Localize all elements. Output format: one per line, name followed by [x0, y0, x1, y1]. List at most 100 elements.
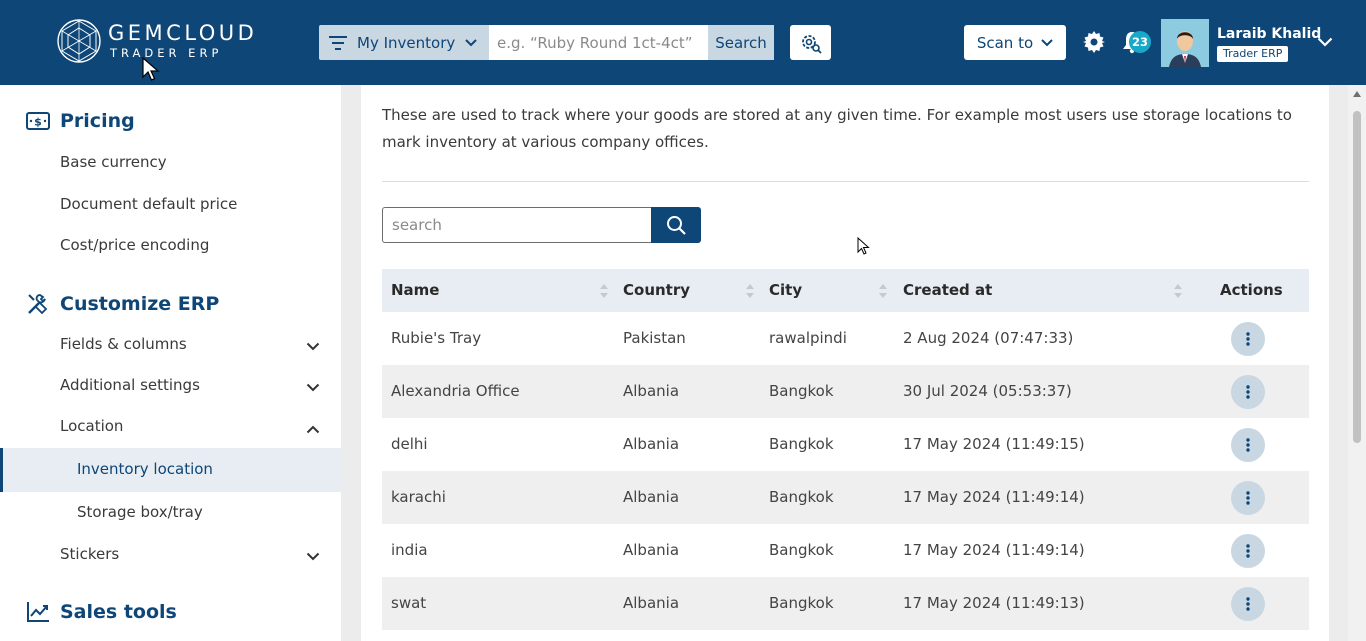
- sort-icon[interactable]: [1174, 284, 1182, 298]
- chevron-down-icon[interactable]: [306, 552, 320, 561]
- scroll-up-arrow[interactable]: [1353, 91, 1361, 97]
- settings-sidebar: $ Pricing Base currency Document default…: [0, 85, 341, 641]
- sidebar-item-base-currency[interactable]: Base currency: [60, 153, 167, 171]
- table-row[interactable]: india Albania Bangkok 17 May 2024 (11:49…: [382, 524, 1309, 577]
- chevron-down-icon[interactable]: [306, 383, 320, 392]
- section-customize-erp[interactable]: Customize ERP: [26, 292, 219, 316]
- gear-search-icon: [801, 34, 822, 54]
- table-row[interactable]: swat Albania Bangkok 17 May 2024 (11:49:…: [382, 577, 1309, 630]
- cell-country: Albania: [623, 541, 680, 559]
- cell-country: Pakistan: [623, 329, 686, 347]
- locations-table: Name Country City Created at Actions Rub…: [382, 269, 1309, 630]
- column-header-city[interactable]: City: [769, 281, 802, 299]
- sidebar-item-stickers[interactable]: Stickers: [60, 545, 119, 563]
- row-actions-button[interactable]: [1231, 534, 1265, 568]
- section-sales-tools-label: Sales tools: [60, 601, 177, 623]
- column-header-name[interactable]: Name: [391, 281, 439, 299]
- more-vertical-icon: [1246, 597, 1250, 611]
- sort-icon[interactable]: [600, 284, 608, 298]
- section-customize-erp-label: Customize ERP: [60, 293, 220, 315]
- more-vertical-icon: [1246, 544, 1250, 558]
- row-actions-button[interactable]: [1231, 322, 1265, 356]
- more-vertical-icon: [1246, 385, 1250, 399]
- user-role-badge: Trader ERP: [1217, 46, 1289, 62]
- sidebar-item-inventory-location[interactable]: Inventory location: [77, 460, 213, 478]
- chart-trend-icon: [27, 602, 49, 622]
- search-settings-button[interactable]: [790, 25, 831, 60]
- cell-country: Albania: [623, 594, 680, 612]
- more-vertical-icon: [1246, 438, 1250, 452]
- section-pricing[interactable]: $ Pricing: [26, 110, 135, 132]
- page-scrollbar[interactable]: [1348, 85, 1366, 641]
- cell-city: Bangkok: [769, 382, 834, 400]
- cell-city: Bangkok: [769, 435, 834, 453]
- divider: [382, 181, 1309, 182]
- sidebar-item-cost-price-encoding[interactable]: Cost/price encoding: [60, 236, 209, 254]
- row-actions-button[interactable]: [1231, 428, 1265, 462]
- cell-city: Bangkok: [769, 488, 834, 506]
- avatar[interactable]: [1161, 19, 1209, 67]
- cell-city: rawalpindi: [769, 329, 847, 347]
- sort-icon[interactable]: [879, 284, 887, 298]
- table-row[interactable]: Rubie's Tray Pakistan rawalpindi 2 Aug 2…: [382, 312, 1309, 365]
- cell-created-at: 17 May 2024 (11:49:14): [903, 541, 1085, 559]
- row-actions-button[interactable]: [1231, 481, 1265, 515]
- table-row[interactable]: karachi Albania Bangkok 17 May 2024 (11:…: [382, 471, 1309, 524]
- main-content: These are used to track where your goods…: [361, 85, 1329, 641]
- chevron-down-icon[interactable]: [1317, 37, 1333, 47]
- page-description: These are used to track where your goods…: [382, 106, 1292, 151]
- sidebar-item-storage-box-tray[interactable]: Storage box/tray: [77, 503, 203, 521]
- cell-name: Alexandria Office: [391, 382, 520, 400]
- cell-name: karachi: [391, 488, 446, 506]
- column-header-country[interactable]: Country: [623, 281, 690, 299]
- mouse-cursor-icon: [857, 237, 870, 255]
- sort-icon[interactable]: [746, 284, 754, 298]
- scan-to-dropdown[interactable]: Scan to: [964, 25, 1066, 60]
- gemcloud-logo[interactable]: GEMCLOUD TRADER ERP: [56, 15, 271, 81]
- location-search-button[interactable]: [651, 207, 701, 243]
- section-sales-tools[interactable]: Sales tools: [26, 601, 177, 623]
- cell-created-at: 2 Aug 2024 (07:47:33): [903, 329, 1074, 347]
- chevron-up-icon[interactable]: [306, 425, 320, 434]
- tools-icon: [28, 294, 48, 315]
- money-icon: $: [26, 112, 50, 130]
- gem-icon: [57, 19, 101, 63]
- brand-name: GEMCLOUD: [108, 21, 258, 45]
- mouse-cursor-icon: [142, 57, 160, 81]
- table-row[interactable]: Alexandria Office Albania Bangkok 30 Jul…: [382, 365, 1309, 418]
- cell-created-at: 17 May 2024 (11:49:14): [903, 488, 1085, 506]
- filter-label: My Inventory: [357, 33, 456, 52]
- more-vertical-icon: [1246, 332, 1250, 346]
- cell-name: swat: [391, 594, 427, 612]
- cell-country: Albania: [623, 435, 680, 453]
- location-search-input[interactable]: [382, 207, 652, 243]
- table-row[interactable]: delhi Albania Bangkok 17 May 2024 (11:49…: [382, 418, 1309, 471]
- column-header-created-at[interactable]: Created at: [903, 281, 992, 299]
- user-name: Laraib Khalid: [1217, 26, 1322, 42]
- sidebar-item-document-default-price[interactable]: Document default price: [60, 195, 237, 213]
- cell-created-at: 17 May 2024 (11:49:13): [903, 594, 1085, 612]
- user-avatar-icon: [1161, 19, 1209, 67]
- top-header: GEMCLOUD TRADER ERP My Inventory Search: [0, 0, 1366, 85]
- inventory-filter-dropdown[interactable]: My Inventory: [319, 25, 489, 60]
- sidebar-item-additional-settings[interactable]: Additional settings: [60, 376, 200, 394]
- global-search-button[interactable]: Search: [708, 25, 774, 60]
- cell-name: Rubie's Tray: [391, 329, 482, 347]
- cell-country: Albania: [623, 488, 680, 506]
- cell-city: Bangkok: [769, 541, 834, 559]
- row-actions-button[interactable]: [1231, 375, 1265, 409]
- cell-name: india: [391, 541, 428, 559]
- sidebar-item-fields-columns[interactable]: Fields & columns: [60, 335, 187, 353]
- row-actions-button[interactable]: [1231, 587, 1265, 621]
- gear-icon[interactable]: [1083, 31, 1105, 53]
- svg-text:$: $: [34, 116, 42, 129]
- section-pricing-label: Pricing: [60, 110, 135, 132]
- scrollbar-thumb[interactable]: [1353, 111, 1361, 443]
- global-search-input[interactable]: [489, 25, 708, 60]
- chevron-down-icon[interactable]: [306, 342, 320, 351]
- chevron-down-icon: [465, 38, 477, 46]
- sidebar-item-location[interactable]: Location: [60, 417, 123, 435]
- notifications-badge[interactable]: 23: [1129, 31, 1151, 53]
- global-search-group: My Inventory Search: [319, 25, 774, 60]
- table-header: Name Country City Created at Actions: [382, 269, 1309, 312]
